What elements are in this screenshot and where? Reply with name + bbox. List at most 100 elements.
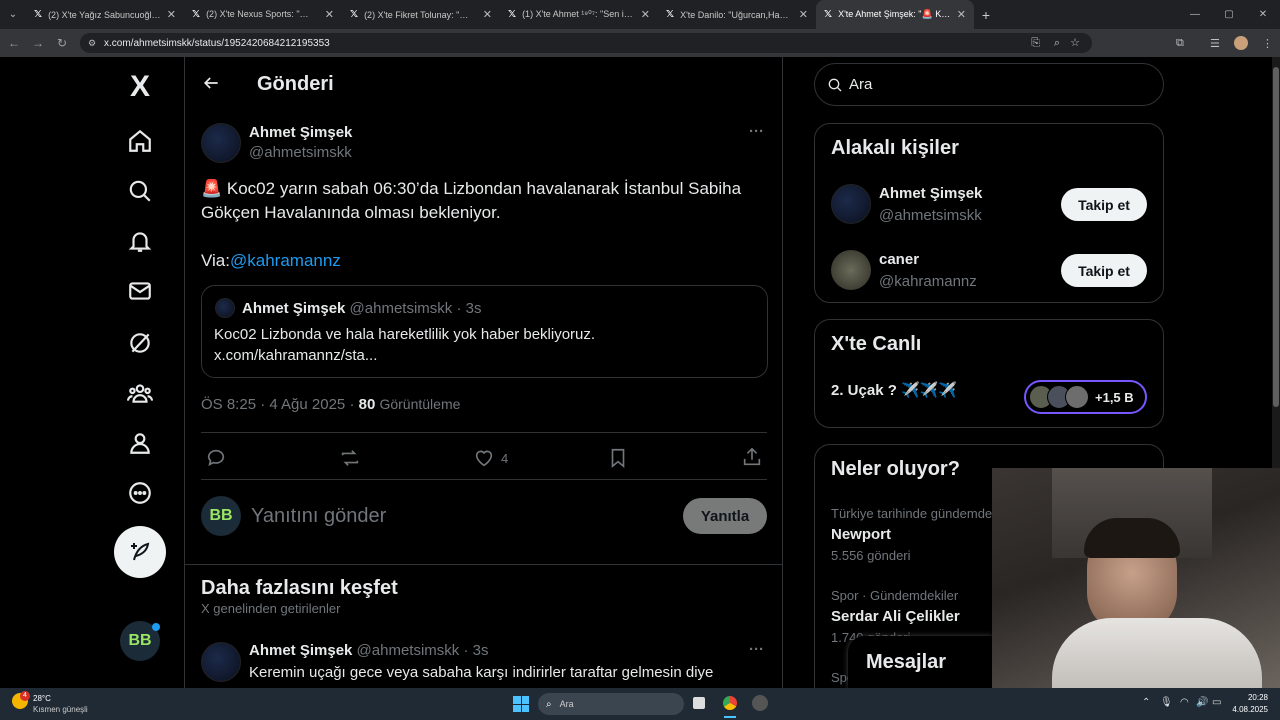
- clock-time[interactable]: 20:28: [1232, 693, 1268, 702]
- weather-temp: 28°C: [33, 694, 51, 703]
- reply-input[interactable]: Yanıtını gönder: [251, 505, 386, 528]
- close-tab-icon[interactable]: ✕: [799, 8, 808, 21]
- person-name[interactable]: caner: [879, 251, 919, 268]
- discover-more-button[interactable]: ···: [749, 641, 764, 658]
- browser-tab[interactable]: 𝕏 (2) X'te Nexus Sports: "🔴 Beri ✕: [184, 0, 342, 29]
- share-icon[interactable]: [741, 446, 763, 473]
- quote-link[interactable]: x.com/kahramannz/sta...: [214, 347, 377, 364]
- tab-title: (2) X'te Yağız Sabuncuoğlu: "@: [48, 9, 161, 20]
- browser-tab-active[interactable]: 𝕏 X'te Ahmet Şimşek: "🚨 Koc02 ✕: [816, 0, 974, 29]
- communities-icon[interactable]: [120, 373, 160, 413]
- person-name[interactable]: Ahmet Şimşek: [879, 185, 982, 202]
- search-icon: [828, 78, 842, 91]
- back-icon[interactable]: ←: [2, 36, 26, 50]
- browser-tab[interactable]: 𝕏 (1) X'te Ahmet ¹⁹⁰⁷: "Sen istiyor ✕: [500, 0, 658, 29]
- quoted-tweet[interactable]: Ahmet Şimşek @ahmetsimskk · 3s Koc02 Liz…: [201, 285, 768, 378]
- wifi-icon[interactable]: ◠: [1180, 697, 1189, 708]
- menu-icon[interactable]: ⋮: [1262, 37, 1273, 50]
- clock-date[interactable]: 4.08.2025: [1226, 705, 1268, 714]
- discover-author-name[interactable]: Ahmet Şimşek: [249, 642, 352, 659]
- profile-avatar[interactable]: [1234, 36, 1248, 50]
- extensions-icon[interactable]: ⧉: [1176, 37, 1184, 50]
- via-mention-link[interactable]: @kahramannz: [230, 251, 341, 270]
- like-count: 4: [501, 450, 509, 466]
- x-logo[interactable]: X: [120, 67, 160, 107]
- bookmark-star-icon[interactable]: ☆: [1070, 36, 1080, 49]
- author-handle[interactable]: @ahmetsimskk: [249, 144, 352, 161]
- profile-icon[interactable]: [120, 423, 160, 463]
- close-tab-icon[interactable]: ✕: [325, 8, 334, 21]
- trend-name[interactable]: Serdar Ali Çelikler: [831, 608, 960, 625]
- home-icon[interactable]: [120, 121, 160, 161]
- search-icon[interactable]: [120, 171, 160, 211]
- minimize-icon[interactable]: —: [1178, 9, 1212, 20]
- messages-envelope-icon[interactable]: [120, 271, 160, 311]
- close-tab-icon[interactable]: ✕: [483, 8, 492, 21]
- maximize-icon[interactable]: ▢: [1212, 9, 1246, 20]
- reply-button[interactable]: Yanıtla: [683, 498, 767, 534]
- forward-icon[interactable]: →: [26, 36, 50, 50]
- browser-tab[interactable]: 𝕏 (2) X'te Fikret Tolunay: "@10eni ✕: [342, 0, 500, 29]
- person-handle[interactable]: @kahramannz: [879, 273, 977, 290]
- notifications-bell-icon[interactable]: [120, 221, 160, 261]
- reply-icon[interactable]: [205, 447, 227, 474]
- discover-author-avatar[interactable]: [201, 642, 241, 682]
- windows-taskbar: 4 28°C Kısmen güneşli ⌕ Ara ⌃ 🎙 ◠ 🔊 ▭ 20…: [0, 688, 1280, 720]
- site-info-icon[interactable]: ⚙: [88, 38, 96, 49]
- grok-icon[interactable]: [120, 323, 160, 363]
- discover-subtitle: X genelinden getirilenler: [201, 601, 341, 616]
- more-options-icon[interactable]: [120, 473, 160, 513]
- follow-button[interactable]: Takip et: [1061, 254, 1147, 287]
- live-card: X'te Canlı 2. Uçak ? ✈️✈️✈️ +1,5 B: [814, 319, 1164, 428]
- live-listeners-pill[interactable]: +1,5 B: [1024, 380, 1147, 414]
- like-button[interactable]: 4: [473, 447, 508, 469]
- task-view-icon[interactable]: [693, 697, 705, 709]
- more-options-button[interactable]: ···: [749, 123, 764, 140]
- address-bar[interactable]: ⚙ x.com/ahmetsimskk/status/1952420684212…: [80, 33, 1092, 53]
- windows-start-icon[interactable]: [513, 696, 529, 712]
- close-tab-icon[interactable]: ✕: [167, 8, 176, 21]
- bookmark-icon[interactable]: [607, 447, 629, 474]
- install-app-icon[interactable]: ⎘: [1031, 37, 1040, 50]
- app-icon[interactable]: [752, 695, 768, 711]
- tab-search-button[interactable]: ⌄: [0, 9, 26, 20]
- speaker-icon[interactable]: 🔊: [1196, 697, 1208, 708]
- tab-title: (2) X'te Fikret Tolunay: "@10eni: [364, 9, 477, 20]
- battery-icon[interactable]: ▭: [1212, 697, 1221, 708]
- live-item-title[interactable]: 2. Uçak ? ✈️✈️✈️: [831, 381, 957, 399]
- taskbar-search-placeholder: Ara: [559, 699, 574, 709]
- close-window-icon[interactable]: ✕: [1246, 9, 1280, 20]
- x-logo-icon: 𝕏: [508, 9, 517, 20]
- reply-avatar: BB: [201, 496, 241, 536]
- zoom-icon[interactable]: ⌕: [1054, 37, 1060, 50]
- author-name[interactable]: Ahmet Şimşek: [249, 124, 352, 141]
- microphone-icon[interactable]: 🎙: [1160, 697, 1173, 708]
- follow-button[interactable]: Takip et: [1061, 188, 1147, 221]
- discover-author-handle[interactable]: @ahmetsimskk: [357, 642, 460, 659]
- discover-post-text: Keremin uçağı gece veya sabaha karşı ind…: [249, 664, 714, 681]
- tray-chevron-icon[interactable]: ⌃: [1142, 697, 1150, 708]
- taskbar-search[interactable]: ⌕ Ara: [538, 693, 684, 715]
- tweet-timestamp[interactable]: ÖS 8:25 · 4 Ağu 2025 ·: [201, 396, 354, 413]
- reload-icon[interactable]: ↻: [50, 36, 74, 50]
- compose-post-button[interactable]: [114, 526, 166, 578]
- search-box[interactable]: Ara: [814, 63, 1164, 106]
- repost-icon[interactable]: [339, 447, 361, 474]
- scrollbar-thumb[interactable]: [1273, 67, 1279, 407]
- messages-drawer[interactable]: Mesajlar: [848, 636, 992, 688]
- reading-list-icon[interactable]: ☰: [1210, 37, 1220, 50]
- new-tab-button[interactable]: +: [974, 7, 998, 23]
- person-handle[interactable]: @ahmetsimskk: [879, 207, 982, 224]
- discover-post-time: · 3s: [463, 642, 489, 659]
- close-tab-icon[interactable]: ✕: [957, 8, 966, 21]
- browser-tab[interactable]: 𝕏 X'te Danilo: "Uğurcan,Hakan, b ✕: [658, 0, 816, 29]
- tab-title: X'te Danilo: "Uğurcan,Hakan, b: [680, 9, 793, 20]
- person-avatar[interactable]: [831, 184, 871, 224]
- chrome-icon[interactable]: [722, 695, 738, 711]
- close-tab-icon[interactable]: ✕: [641, 8, 650, 21]
- browser-tab[interactable]: 𝕏 (2) X'te Yağız Sabuncuoğlu: "@ ✕: [26, 0, 184, 29]
- trend-name[interactable]: Newport: [831, 526, 891, 543]
- author-avatar[interactable]: [201, 123, 241, 163]
- back-arrow-icon[interactable]: [201, 73, 221, 99]
- person-avatar[interactable]: [831, 250, 871, 290]
